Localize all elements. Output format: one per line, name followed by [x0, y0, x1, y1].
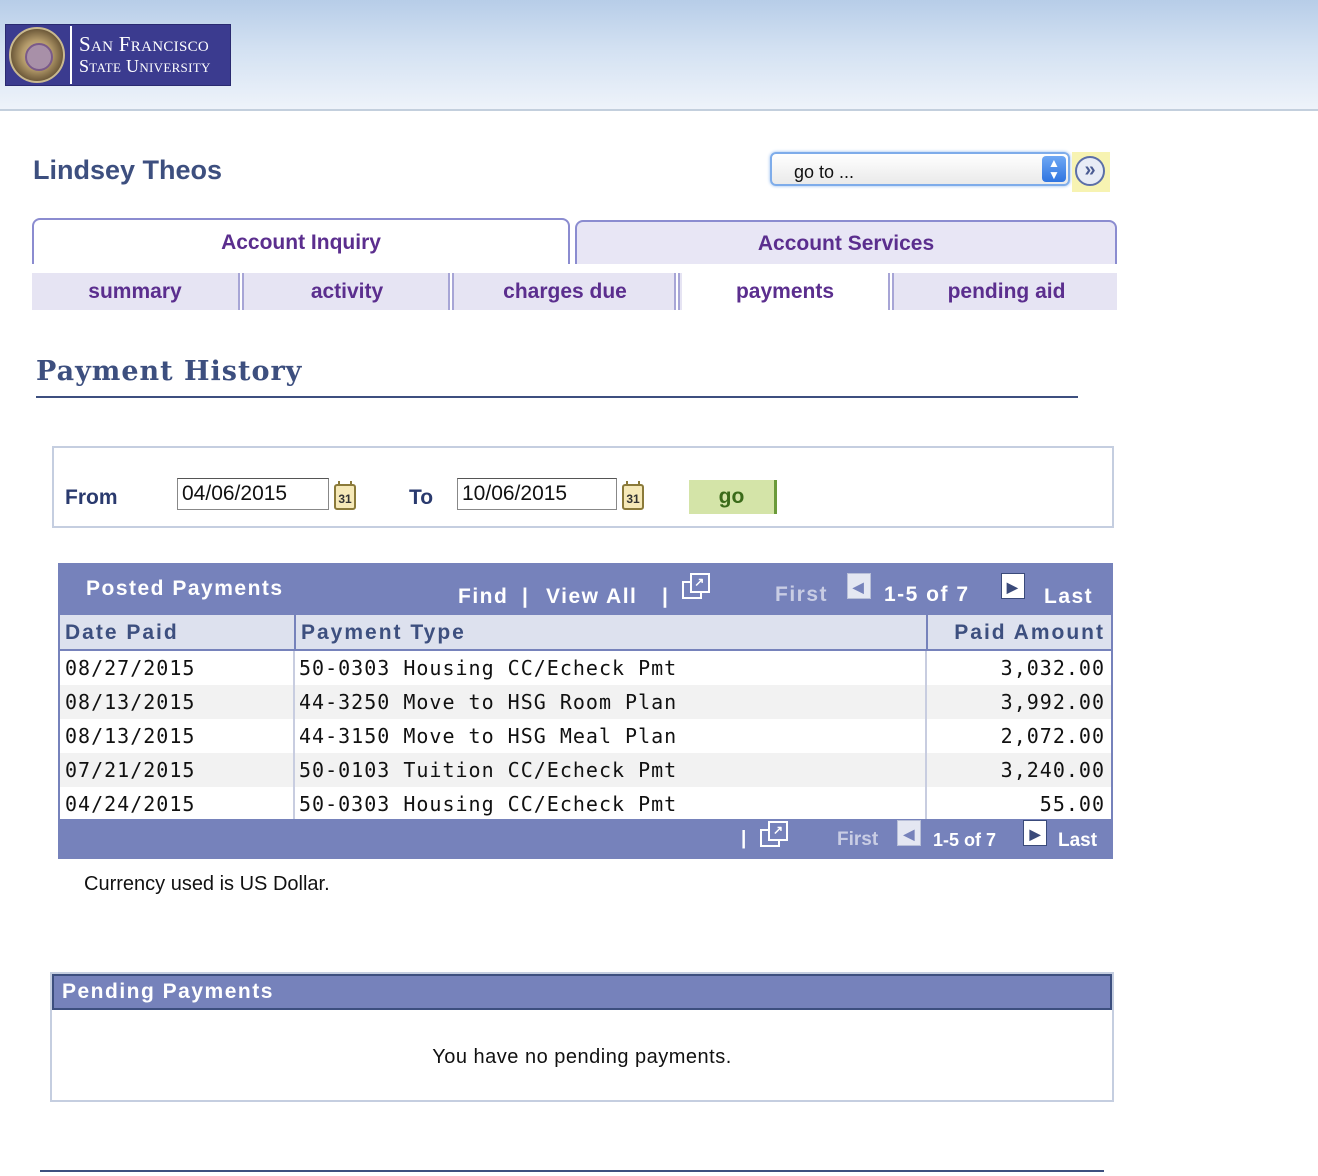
- logo-line1: San Francisco: [79, 32, 210, 56]
- pending-payments-message: You have no pending payments.: [432, 1046, 732, 1068]
- calendar-icon[interactable]: 31: [334, 481, 356, 510]
- col-date-paid[interactable]: Date Paid: [60, 615, 294, 651]
- table-row: 08/13/2015 44-3150 Move to HSG Meal Plan…: [60, 719, 1111, 753]
- calendar-icon[interactable]: 31: [622, 481, 644, 510]
- last-link[interactable]: Last: [1058, 830, 1097, 852]
- subtab-bar: summary activity charges due payments pe…: [32, 273, 1117, 310]
- select-arrows-icon: ▲ ▼: [1042, 156, 1066, 182]
- type-cell: 44-3150 Move to HSG Meal Plan: [299, 724, 678, 748]
- previous-arrow-icon: ◀: [847, 573, 871, 599]
- find-link[interactable]: Find: [458, 585, 508, 609]
- goto-button[interactable]: »: [1072, 152, 1110, 192]
- bottom-divider: [40, 1170, 1104, 1172]
- pending-payments-box: Pending Payments You have no pending pay…: [50, 972, 1114, 1102]
- tab-account-services[interactable]: Account Services: [575, 220, 1117, 264]
- table-row: 07/21/2015 50-0103 Tuition CC/Echeck Pmt…: [60, 753, 1111, 787]
- date-cell: 04/24/2015: [65, 792, 196, 816]
- view-all-link[interactable]: View All: [546, 585, 637, 609]
- popout-icon[interactable]: [760, 821, 788, 847]
- subtab-pending-aid[interactable]: pending aid: [896, 273, 1117, 310]
- type-cell: 50-0303 Housing CC/Echeck Pmt: [299, 656, 678, 680]
- amount-cell: 3,992.00: [1000, 690, 1105, 714]
- type-cell: 44-3250 Move to HSG Room Plan: [299, 690, 678, 714]
- pending-payments-title: Pending Payments: [52, 974, 1112, 1010]
- grid-title: Posted Payments: [86, 577, 284, 600]
- posted-payments-grid: Posted Payments Find | View All | First …: [58, 563, 1113, 859]
- subtab-payments[interactable]: payments: [682, 273, 888, 310]
- first-link: First: [775, 583, 829, 606]
- previous-arrow-icon: ◀: [897, 820, 921, 846]
- separator: |: [522, 585, 530, 608]
- tab-account-inquiry[interactable]: Account Inquiry: [32, 218, 570, 264]
- table-row: 04/24/2015 50-0303 Housing CC/Echeck Pmt…: [60, 787, 1111, 821]
- page-title: Payment History: [36, 356, 303, 387]
- date-cell: 08/13/2015: [65, 690, 196, 714]
- type-cell: 50-0303 Housing CC/Echeck Pmt: [299, 792, 678, 816]
- date-cell: 08/27/2015: [65, 656, 196, 680]
- double-chevron-right-icon: »: [1075, 156, 1105, 186]
- subtab-charges-due[interactable]: charges due: [456, 273, 674, 310]
- grid-header: Posted Payments Find | View All | First …: [60, 565, 1111, 615]
- row-range: 1-5 of 7: [933, 830, 997, 850]
- next-arrow-icon[interactable]: ▶: [1001, 573, 1025, 599]
- currency-note: Currency used is US Dollar.: [84, 873, 330, 895]
- grid-footer: | First ◀ 1-5 of 7 ▶ Last: [60, 819, 1111, 857]
- col-payment-type[interactable]: Payment Type: [294, 615, 926, 651]
- logo-line2: State University: [79, 56, 211, 76]
- separator: |: [662, 585, 670, 608]
- next-arrow-icon[interactable]: ▶: [1023, 820, 1047, 846]
- goto-select[interactable]: go to ... ▲ ▼: [770, 152, 1070, 186]
- date-filter-box: From 04/06/2015 31 To 10/06/2015 31 go: [52, 446, 1114, 528]
- subtab-activity[interactable]: activity: [246, 273, 448, 310]
- first-link: First: [837, 829, 879, 850]
- title-divider: [36, 396, 1078, 398]
- from-date-input[interactable]: 04/06/2015: [177, 478, 329, 510]
- date-cell: 08/13/2015: [65, 724, 196, 748]
- header-banner: San Francisco State University: [0, 0, 1318, 111]
- table-row: 08/27/2015 50-0303 Housing CC/Echeck Pmt…: [60, 651, 1111, 685]
- date-cell: 07/21/2015: [65, 758, 196, 782]
- from-label: From: [65, 486, 118, 509]
- logo-text: San Francisco State University: [79, 33, 211, 77]
- amount-cell: 55.00: [1039, 792, 1105, 816]
- col-paid-amount[interactable]: Paid Amount: [926, 615, 1111, 651]
- go-button[interactable]: go: [689, 480, 777, 514]
- type-cell: 50-0103 Tuition CC/Echeck Pmt: [299, 758, 678, 782]
- amount-cell: 3,032.00: [1000, 656, 1105, 680]
- table-row: 08/13/2015 44-3250 Move to HSG Room Plan…: [60, 685, 1111, 719]
- to-label: To: [409, 486, 434, 509]
- amount-cell: 3,240.00: [1000, 758, 1105, 782]
- row-range: 1-5 of 7: [884, 583, 970, 606]
- to-date-input[interactable]: 10/06/2015: [457, 478, 617, 510]
- popout-icon[interactable]: [682, 573, 710, 599]
- separator: |: [741, 828, 747, 849]
- last-link[interactable]: Last: [1044, 585, 1093, 609]
- amount-cell: 2,072.00: [1000, 724, 1105, 748]
- university-logo[interactable]: San Francisco State University: [5, 24, 231, 86]
- student-name: Lindsey Theos: [33, 155, 223, 185]
- goto-selected-value: go to ...: [794, 162, 855, 182]
- subtab-summary[interactable]: summary: [32, 273, 238, 310]
- seal-icon: [9, 27, 65, 83]
